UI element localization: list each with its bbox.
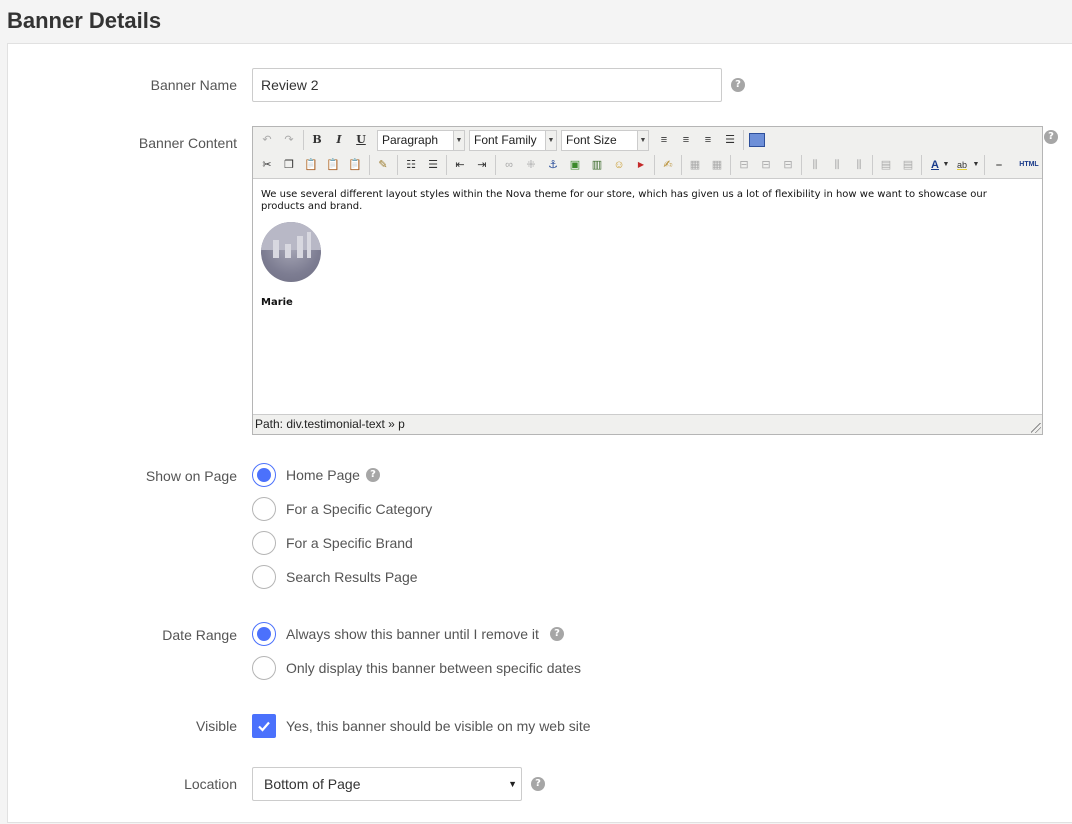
- format-select-value: Paragraph: [382, 133, 439, 147]
- chevron-down-icon: ▼: [508, 779, 517, 789]
- format-select[interactable]: Paragraph ▼: [377, 130, 465, 151]
- table-icon[interactable]: ▦: [685, 155, 705, 175]
- outdent-icon[interactable]: ⇤: [450, 155, 470, 175]
- location-select-value: Bottom of Page: [264, 776, 361, 792]
- banner-content-help-icon[interactable]: ?: [1044, 130, 1058, 144]
- bullet-list-icon[interactable]: ☷: [401, 155, 421, 175]
- testimonial-text: We use several different layout styles w…: [261, 189, 987, 212]
- editor-path-bar: Path: div.testimonial-text » p: [253, 414, 1042, 434]
- numbered-list-icon[interactable]: ☰: [423, 155, 443, 175]
- radio-specific-dates-label[interactable]: Only display this banner between specifi…: [286, 660, 581, 676]
- page-title: Banner Details: [7, 8, 162, 33]
- delete-row-icon[interactable]: ⊟: [778, 155, 798, 175]
- bold-button[interactable]: B: [307, 130, 327, 150]
- align-left-icon[interactable]: ≡: [654, 130, 674, 150]
- page-header: Banner Details: [0, 0, 1072, 43]
- paste-text-icon[interactable]: 📋: [323, 155, 343, 175]
- youtube-icon[interactable]: ▶: [631, 155, 651, 175]
- anchor-icon[interactable]: ⚓: [543, 155, 563, 175]
- paste-word-icon[interactable]: 📋: [345, 155, 365, 175]
- col-after-icon[interactable]: ⫼: [827, 155, 847, 175]
- visible-label: Visible: [196, 718, 237, 734]
- cut-icon[interactable]: ✂: [257, 155, 277, 175]
- horizontal-rule-icon[interactable]: ⎯: [989, 155, 1009, 175]
- location-select[interactable]: Bottom of Page ▼: [252, 767, 522, 801]
- location-help-icon[interactable]: ?: [531, 777, 545, 791]
- chevron-down-icon: ▼: [545, 131, 556, 150]
- banner-name-label: Banner Name: [150, 77, 237, 93]
- font-size-value: Font Size: [566, 133, 617, 147]
- cleanup-icon[interactable]: ✎: [373, 155, 393, 175]
- visible-checkbox[interactable]: [252, 714, 276, 738]
- radio-specific-dates[interactable]: [252, 656, 276, 680]
- resize-handle-icon[interactable]: [1031, 423, 1041, 433]
- chevron-down-icon[interactable]: ▼: [972, 155, 980, 175]
- font-family-value: Font Family: [474, 133, 537, 147]
- highlight-color-icon[interactable]: ab: [952, 155, 972, 175]
- radio-always-show-label[interactable]: Always show this banner until I remove i…: [286, 626, 539, 642]
- banner-content-label: Banner Content: [138, 135, 237, 151]
- radio-specific-category-label[interactable]: For a Specific Category: [286, 501, 432, 517]
- radio-specific-brand-label[interactable]: For a Specific Brand: [286, 535, 413, 551]
- testimonial-avatar: [261, 222, 321, 282]
- underline-button[interactable]: U: [351, 130, 371, 150]
- insert-row-icon[interactable]: ⊟: [734, 155, 754, 175]
- banner-name-input[interactable]: Review 2: [252, 68, 722, 102]
- date-range-label: Date Range: [162, 627, 237, 643]
- emoticon-icon[interactable]: ☺: [609, 155, 629, 175]
- merge-cells-icon[interactable]: ▤: [898, 155, 918, 175]
- editor-toolbar: ↶ ↷ B I U Paragraph ▼ Font Family ▼ Font S…: [253, 127, 1042, 179]
- row-after-icon[interactable]: ⊟: [756, 155, 776, 175]
- paste-icon[interactable]: 📋: [301, 155, 321, 175]
- table-props-icon[interactable]: ▦: [707, 155, 727, 175]
- show-on-page-label: Show on Page: [145, 468, 237, 484]
- radio-always-show[interactable]: [252, 622, 276, 646]
- radio-search-results[interactable]: [252, 565, 276, 589]
- insert-col-icon[interactable]: ⫼: [805, 155, 825, 175]
- checkmark-icon: [258, 721, 270, 732]
- link-icon[interactable]: ∞: [499, 155, 519, 175]
- undo-icon[interactable]: ↶: [257, 130, 277, 150]
- chevron-down-icon: ▼: [453, 131, 464, 150]
- chevron-down-icon: ▼: [637, 131, 648, 150]
- testimonial-author: Marie: [261, 297, 293, 308]
- radio-specific-category[interactable]: [252, 497, 276, 521]
- align-justify-icon[interactable]: ☰: [720, 130, 740, 150]
- banner-name-help-icon[interactable]: ?: [731, 78, 745, 92]
- fullscreen-icon[interactable]: [747, 130, 767, 150]
- radio-search-results-label[interactable]: Search Results Page: [286, 569, 418, 585]
- image-icon[interactable]: ▣: [565, 155, 585, 175]
- unlink-icon[interactable]: ⁜: [521, 155, 541, 175]
- split-cells-icon[interactable]: ▤: [876, 155, 896, 175]
- radio-home-page[interactable]: [252, 463, 276, 487]
- home-page-help-icon[interactable]: ?: [366, 468, 380, 482]
- copy-icon[interactable]: ❐: [279, 155, 299, 175]
- redo-icon[interactable]: ↷: [279, 130, 299, 150]
- visible-checkbox-label[interactable]: Yes, this banner should be visible on my…: [286, 718, 591, 734]
- date-range-help-icon[interactable]: ?: [550, 627, 564, 641]
- radio-specific-brand[interactable]: [252, 531, 276, 555]
- indent-icon[interactable]: ⇥: [472, 155, 492, 175]
- delete-col-icon[interactable]: ⫼: [849, 155, 869, 175]
- media-icon[interactable]: ▥: [587, 155, 607, 175]
- editor-content[interactable]: We use several different layout styles w…: [261, 189, 1021, 213]
- chevron-down-icon[interactable]: ▼: [942, 155, 950, 175]
- align-right-icon[interactable]: ≡: [698, 130, 718, 150]
- edit-source-icon[interactable]: ✍: [658, 155, 678, 175]
- rich-text-editor: ↶ ↷ B I U Paragraph ▼ Font Family ▼ Font S…: [252, 126, 1043, 435]
- italic-button[interactable]: I: [329, 130, 349, 150]
- radio-home-page-label[interactable]: Home Page: [286, 467, 360, 483]
- font-size-select[interactable]: Font Size ▼: [561, 130, 649, 151]
- align-center-icon[interactable]: ≡: [676, 130, 696, 150]
- html-button[interactable]: HTML: [1017, 155, 1041, 175]
- font-family-select[interactable]: Font Family ▼: [469, 130, 557, 151]
- location-label: Location: [184, 776, 237, 792]
